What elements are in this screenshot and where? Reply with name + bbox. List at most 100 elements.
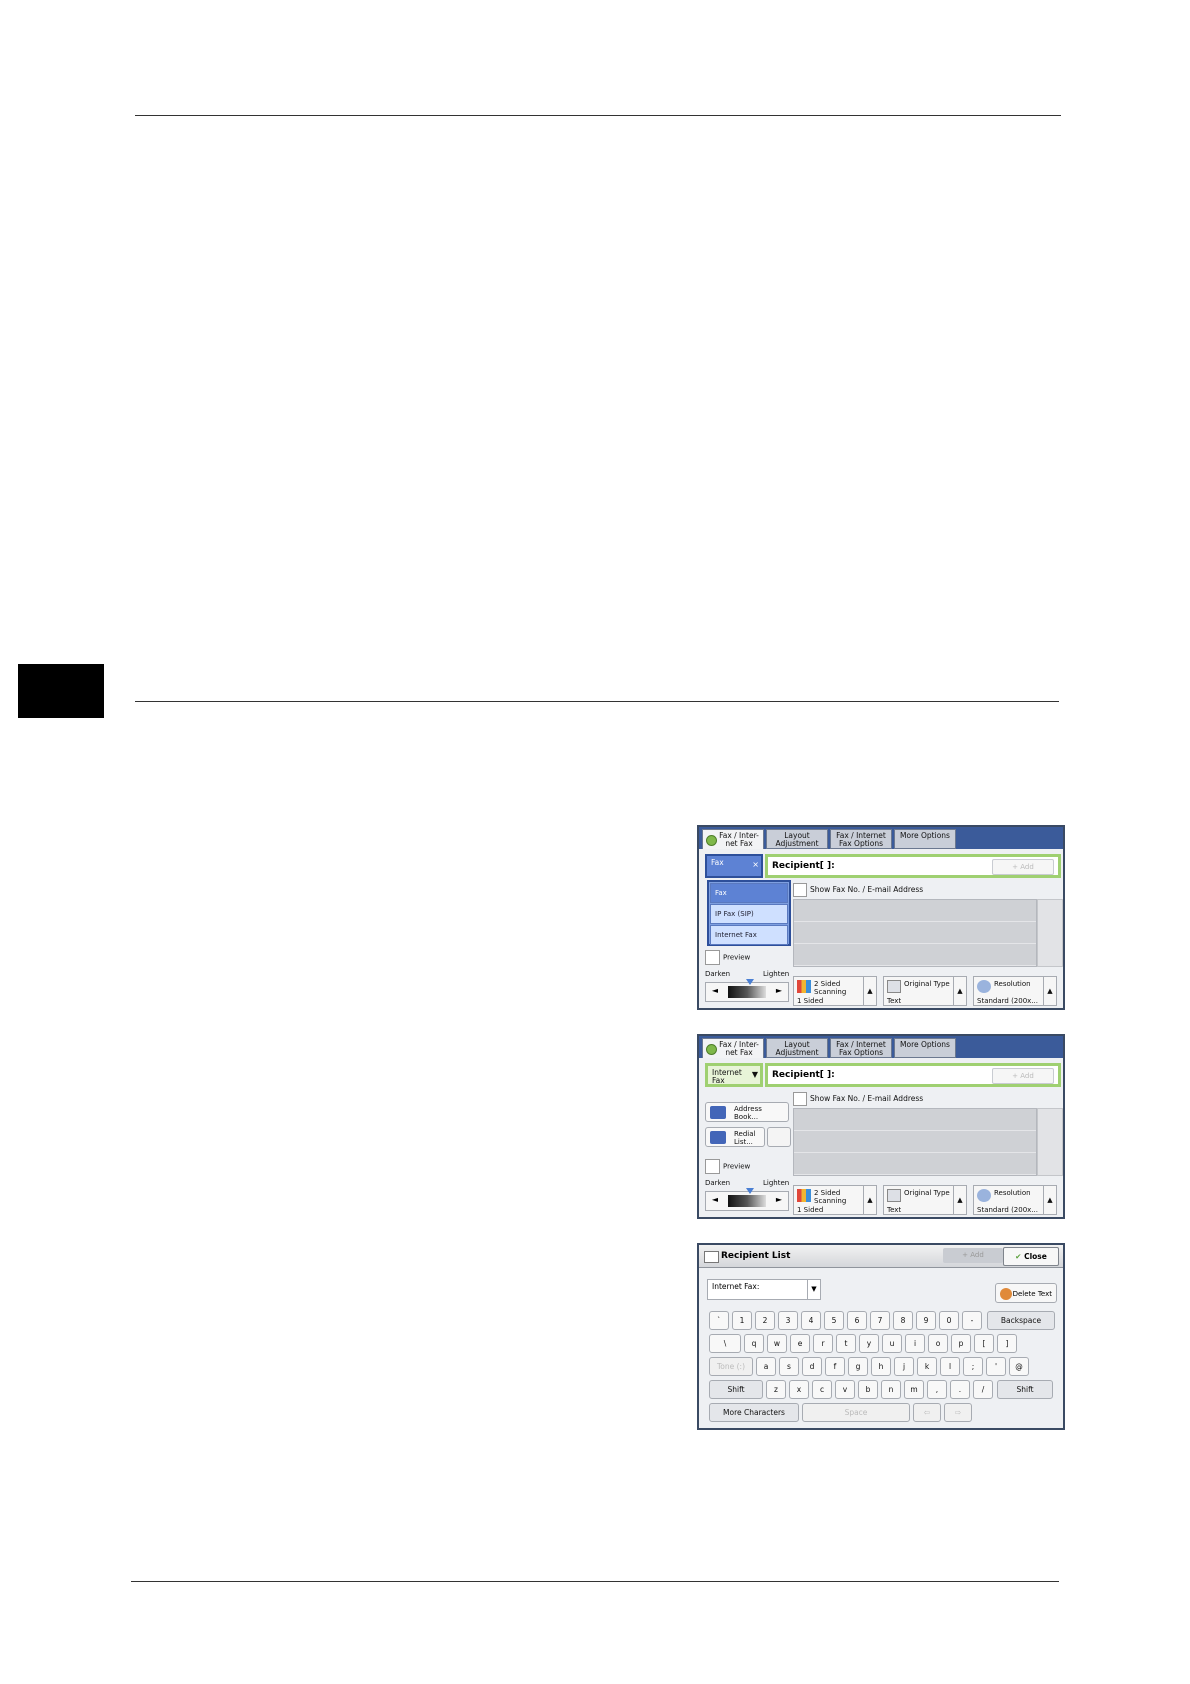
tab-fax-options[interactable]: Fax / Internet Fax Options xyxy=(830,1038,892,1058)
tab-fax-internet-fax[interactable]: Fax / Inter- net Fax xyxy=(702,829,764,849)
add-button[interactable]: + Add xyxy=(992,859,1054,875)
recipient-field[interactable]: Recipient[ ]: + Add xyxy=(765,1063,1061,1087)
chevron-down-icon[interactable]: ▼ xyxy=(752,1071,758,1079)
address-type-select[interactable]: Internet Fax: ▼ xyxy=(707,1279,821,1300)
add-button[interactable]: + Add xyxy=(943,1248,1003,1263)
key[interactable]: e xyxy=(790,1334,810,1353)
up-arrow-icon[interactable]: ▲ xyxy=(1043,977,1056,1005)
preview-checkbox[interactable]: Preview xyxy=(705,1159,750,1174)
key[interactable]: / xyxy=(973,1380,993,1399)
key[interactable]: ` xyxy=(709,1311,729,1330)
dial-type-select[interactable]: Fax × xyxy=(705,854,763,878)
key[interactable]: g xyxy=(848,1357,868,1376)
option-fax[interactable]: Fax xyxy=(710,883,788,903)
show-fax-no-checkbox[interactable]: Show Fax No. / E-mail Address xyxy=(793,883,923,897)
key[interactable]: x xyxy=(789,1380,809,1399)
shift-key[interactable]: Shift xyxy=(997,1380,1053,1399)
key[interactable]: , xyxy=(927,1380,947,1399)
tab-layout-adjustment[interactable]: Layout Adjustment xyxy=(766,829,828,849)
key[interactable]: 2 xyxy=(755,1311,775,1330)
tab-fax-options[interactable]: Fax / Internet Fax Options xyxy=(830,829,892,849)
key[interactable]: i xyxy=(905,1334,925,1353)
backspace-key[interactable]: Backspace xyxy=(987,1311,1055,1330)
key[interactable]: @ xyxy=(1009,1357,1029,1376)
key[interactable]: p xyxy=(951,1334,971,1353)
key[interactable]: 3 xyxy=(778,1311,798,1330)
key[interactable]: 8 xyxy=(893,1311,913,1330)
key[interactable]: a xyxy=(756,1357,776,1376)
two-sided-scanning-button[interactable]: 2 Sided Scanning 1 Sided ▲ xyxy=(793,1185,877,1215)
key[interactable]: z xyxy=(766,1380,786,1399)
tab-fax-internet-fax[interactable]: Fax / Inter- net Fax xyxy=(702,1038,764,1058)
left-arrow-icon[interactable]: ◄ xyxy=(708,986,722,998)
left-arrow-key[interactable]: ⇦ xyxy=(913,1403,941,1422)
key[interactable]: m xyxy=(904,1380,924,1399)
key[interactable]: s xyxy=(779,1357,799,1376)
key[interactable]: . xyxy=(950,1380,970,1399)
option-internet-fax[interactable]: Internet Fax xyxy=(710,925,788,945)
original-type-button[interactable]: Original Type Text ▲ xyxy=(883,1185,967,1215)
up-arrow-icon[interactable]: ▲ xyxy=(953,1186,966,1214)
close-button[interactable]: ✔ Close xyxy=(1003,1247,1059,1266)
dial-type-select[interactable]: Internet Fax ▼ xyxy=(705,1063,763,1087)
key[interactable]: 5 xyxy=(824,1311,844,1330)
key[interactable]: ; xyxy=(963,1357,983,1376)
key[interactable]: 4 xyxy=(801,1311,821,1330)
key[interactable]: h xyxy=(871,1357,891,1376)
up-arrow-icon[interactable]: ▲ xyxy=(863,1186,876,1214)
key[interactable]: o xyxy=(928,1334,948,1353)
key[interactable]: v xyxy=(835,1380,855,1399)
delete-text-button[interactable]: Delete Text xyxy=(995,1283,1057,1303)
space-key[interactable]: Space xyxy=(802,1403,910,1422)
shift-key[interactable]: Shift xyxy=(709,1380,763,1399)
recipient-field[interactable]: Recipient[ ]: + Add xyxy=(765,854,1061,878)
key[interactable]: b xyxy=(858,1380,878,1399)
up-arrow-icon[interactable]: ▲ xyxy=(953,977,966,1005)
key[interactable]: t xyxy=(836,1334,856,1353)
close-icon[interactable]: × xyxy=(752,861,759,869)
scrollbar[interactable] xyxy=(1037,1108,1063,1176)
key[interactable]: ' xyxy=(986,1357,1006,1376)
tab-more-options[interactable]: More Options xyxy=(894,1038,956,1058)
resolution-button[interactable]: Resolution Standard (200x... ▲ xyxy=(973,1185,1057,1215)
key[interactable]: l xyxy=(940,1357,960,1376)
left-arrow-icon[interactable]: ◄ xyxy=(708,1195,722,1207)
key[interactable]: - xyxy=(962,1311,982,1330)
key[interactable]: u xyxy=(882,1334,902,1353)
resolution-button[interactable]: Resolution Standard (200x... ▲ xyxy=(973,976,1057,1006)
key[interactable]: r xyxy=(813,1334,833,1353)
density-slider[interactable]: ◄ ► xyxy=(705,1188,789,1211)
up-arrow-icon[interactable]: ▲ xyxy=(1043,1186,1056,1214)
preview-checkbox[interactable]: Preview xyxy=(705,950,750,965)
key[interactable]: y xyxy=(859,1334,879,1353)
key[interactable]: w xyxy=(767,1334,787,1353)
density-slider[interactable]: ◄ ► xyxy=(705,979,789,1002)
key[interactable]: q xyxy=(744,1334,764,1353)
key[interactable]: [ xyxy=(974,1334,994,1353)
key[interactable]: c xyxy=(812,1380,832,1399)
more-characters-key[interactable]: More Characters xyxy=(709,1403,799,1422)
tab-more-options[interactable]: More Options xyxy=(894,829,956,849)
option-ip-fax[interactable]: IP Fax (SIP) xyxy=(710,904,788,924)
right-arrow-icon[interactable]: ► xyxy=(772,986,786,998)
key[interactable]: d xyxy=(802,1357,822,1376)
right-arrow-icon[interactable]: ► xyxy=(772,1195,786,1207)
original-type-button[interactable]: Original Type Text ▲ xyxy=(883,976,967,1006)
key[interactable]: f xyxy=(825,1357,845,1376)
right-arrow-key[interactable]: ⇨ xyxy=(944,1403,972,1422)
key[interactable]: 0 xyxy=(939,1311,959,1330)
key[interactable]: \ xyxy=(709,1334,741,1353)
keyboard-icon[interactable] xyxy=(767,1127,791,1147)
scrollbar[interactable] xyxy=(1037,899,1063,967)
key[interactable]: 7 xyxy=(870,1311,890,1330)
address-book-button[interactable]: Address Book... xyxy=(705,1102,789,1122)
key[interactable]: k xyxy=(917,1357,937,1376)
up-arrow-icon[interactable]: ▲ xyxy=(863,977,876,1005)
key[interactable]: 1 xyxy=(732,1311,752,1330)
key[interactable]: n xyxy=(881,1380,901,1399)
key[interactable]: ] xyxy=(997,1334,1017,1353)
tone-key[interactable]: Tone (:) xyxy=(709,1357,753,1376)
show-fax-no-checkbox[interactable]: Show Fax No. / E-mail Address xyxy=(793,1092,923,1106)
key[interactable]: 6 xyxy=(847,1311,867,1330)
chevron-down-icon[interactable]: ▼ xyxy=(807,1280,820,1299)
